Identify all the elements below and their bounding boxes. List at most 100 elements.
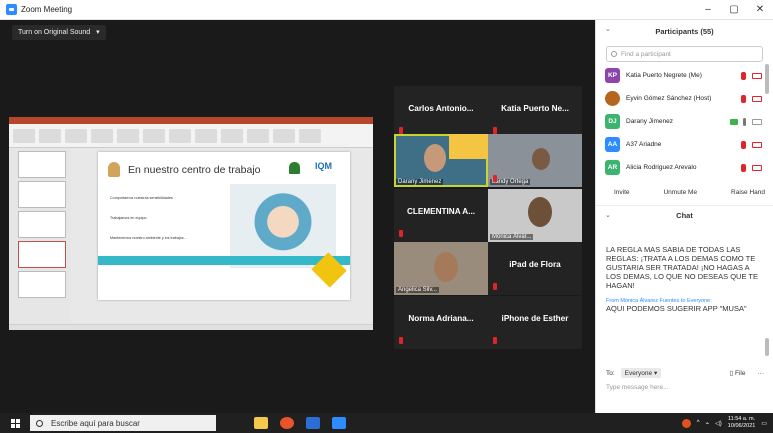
chat-message-input[interactable]: Type message here... xyxy=(606,384,669,391)
mic-muted-icon xyxy=(399,230,403,237)
clock-time: 11:54 a. m. xyxy=(728,416,756,422)
original-sound-button[interactable]: Turn on Original Sound ▾ xyxy=(12,25,106,40)
participant-row[interactable]: Eyvin Gómez Sánchez (Host) xyxy=(596,87,773,110)
mic-muted-icon xyxy=(493,283,497,290)
raise-hand-button[interactable]: Raise Hand xyxy=(731,189,765,196)
video-tile[interactable]: iPad de Flora xyxy=(488,242,582,295)
screen-share-icon xyxy=(730,119,738,125)
ppt-status-bar xyxy=(9,324,373,330)
chat-header: ⌄ Chat xyxy=(596,205,773,225)
minimize-button[interactable]: – xyxy=(695,0,721,20)
chevron-up-icon[interactable]: ^ xyxy=(697,420,700,426)
file-explorer-icon[interactable] xyxy=(254,417,268,429)
recipient-select[interactable]: Everyone ▾ xyxy=(620,368,662,378)
chat-messages: LA REGLA MAS SABIA DE TODAS LAS REGLAS: … xyxy=(596,225,773,368)
camera-off-icon[interactable] xyxy=(752,96,762,102)
volume-icon[interactable]: ◁) xyxy=(715,420,722,427)
original-sound-label: Turn on Original Sound xyxy=(18,29,91,36)
chrome-icon[interactable] xyxy=(280,417,294,429)
zoom-logo-icon xyxy=(6,4,17,15)
avatar xyxy=(605,91,620,106)
search-icon xyxy=(611,51,617,57)
file-button[interactable]: ▯ File xyxy=(730,369,746,377)
participant-video xyxy=(528,197,552,227)
close-button[interactable]: ✕ xyxy=(747,0,773,20)
chat-message-text: LA REGLA MAS SABIA DE TODAS LAS REGLAS: … xyxy=(606,245,758,290)
video-tile[interactable]: Katia Puerto Ne... xyxy=(488,86,582,139)
invite-button[interactable]: Invite xyxy=(614,189,630,196)
taskbar-search-input[interactable]: Escribe aquí para buscar xyxy=(30,415,216,431)
slide-accent-bar xyxy=(98,256,350,265)
slide-thumbnails xyxy=(9,148,71,324)
tile-name: Norma Adriana... xyxy=(408,314,474,323)
mic-muted-icon[interactable] xyxy=(741,72,746,80)
participant-search-placeholder: Find a participant xyxy=(621,50,671,58)
participant-video xyxy=(434,252,458,282)
network-icon[interactable]: ⌁ xyxy=(706,420,710,427)
participant-name: Darany Jimenez xyxy=(626,118,673,125)
to-label: To: xyxy=(606,369,615,377)
chevron-down-icon[interactable]: ⌄ xyxy=(605,25,611,33)
window-controls: – ▢ ✕ xyxy=(695,0,773,20)
participants-header: ⌄ Participants (55) xyxy=(596,20,773,42)
video-tile[interactable]: Norma Adriana... xyxy=(394,296,488,349)
video-tile[interactable]: Angelica Silv... xyxy=(394,242,488,295)
camera-off-icon[interactable] xyxy=(752,73,762,79)
file-label: File xyxy=(735,370,746,377)
mic-muted-icon[interactable] xyxy=(741,141,746,149)
participant-row[interactable]: AA A37 Ariadne xyxy=(596,133,773,156)
participant-search-input[interactable]: Find a participant xyxy=(606,46,763,62)
tile-name: iPad de Flora xyxy=(509,260,561,269)
building-logo-icon xyxy=(108,162,120,177)
video-tile[interactable]: Carlos Antonio... xyxy=(394,86,488,139)
participant-row[interactable]: DJ Darany Jimenez xyxy=(596,110,773,133)
chevron-down-icon[interactable]: ⌄ xyxy=(605,211,611,219)
video-tile[interactable]: Landy Ortega xyxy=(488,134,582,187)
notification-icon[interactable]: ▭ xyxy=(761,420,767,427)
unmute-me-button[interactable]: Unmute Me xyxy=(663,189,697,196)
slide-bullets: Comportarnos nuestras sensibilidades Tra… xyxy=(110,196,228,256)
tray-app-icon[interactable] xyxy=(681,418,691,428)
ppt-title-bar xyxy=(9,117,373,124)
teams-icon[interactable] xyxy=(306,417,320,429)
mic-muted-icon xyxy=(493,337,497,344)
video-tile[interactable]: Darany Jimenez xyxy=(394,134,488,187)
camera-off-icon[interactable] xyxy=(752,165,762,171)
participants-scrollbar[interactable] xyxy=(765,64,769,94)
camera-off-icon[interactable] xyxy=(752,142,762,148)
video-area: Turn on Original Sound ▾ En nuestro cent… xyxy=(0,20,595,413)
participant-name: Eyvin Gómez Sánchez (Host) xyxy=(626,95,712,102)
windows-start-icon[interactable] xyxy=(11,418,20,428)
video-tile[interactable]: Mónica Álvar... xyxy=(488,189,582,242)
avatar: DJ xyxy=(605,114,620,129)
shared-screen[interactable]: En nuestro centro de trabajo IQM Comport… xyxy=(9,117,373,330)
camera-icon[interactable] xyxy=(752,119,762,125)
participant-row[interactable]: KP Katia Puerto Negrete (Me) xyxy=(596,64,773,87)
more-options-button[interactable]: ··· xyxy=(758,370,765,377)
maximize-button[interactable]: ▢ xyxy=(721,0,747,20)
taskbar-search-placeholder: Escribe aquí para buscar xyxy=(51,418,140,428)
slide-bullet: Trabajamos en equipo xyxy=(110,216,147,220)
slide-thumbnail xyxy=(18,211,66,238)
participant-name: Alicia Rodriguez Arevalo xyxy=(626,164,697,171)
video-tile[interactable]: CLEMENTINA A... xyxy=(394,189,488,242)
zoom-icon[interactable] xyxy=(332,417,346,429)
mic-icon[interactable] xyxy=(743,118,746,126)
tile-name: Katia Puerto Ne... xyxy=(501,104,569,113)
windows-taskbar: Escribe aquí para buscar ^ ⌁ ◁) 11:54 a.… xyxy=(0,413,773,433)
search-icon xyxy=(36,419,43,427)
avatar: AA xyxy=(605,137,620,152)
mic-muted-icon[interactable] xyxy=(741,95,746,103)
tile-name: Carlos Antonio... xyxy=(408,104,474,113)
ppt-ribbon xyxy=(9,124,373,148)
participant-row[interactable]: AR Alicia Rodriguez Arevalo xyxy=(596,156,773,179)
slide-thumbnail xyxy=(18,181,66,208)
clock-date: 10/06/2021 xyxy=(727,423,756,429)
chat-scrollbar[interactable] xyxy=(765,338,769,356)
video-tile[interactable]: iPhone de Esther xyxy=(488,296,582,349)
participants-title: Participants (55) xyxy=(655,26,714,36)
mic-muted-icon[interactable] xyxy=(741,164,746,172)
slide-thumbnail xyxy=(18,151,66,178)
taskbar-clock[interactable]: 11:54 a. m. 10/06/2021 xyxy=(728,416,756,430)
tile-label: Mónica Álvar... xyxy=(490,234,534,240)
